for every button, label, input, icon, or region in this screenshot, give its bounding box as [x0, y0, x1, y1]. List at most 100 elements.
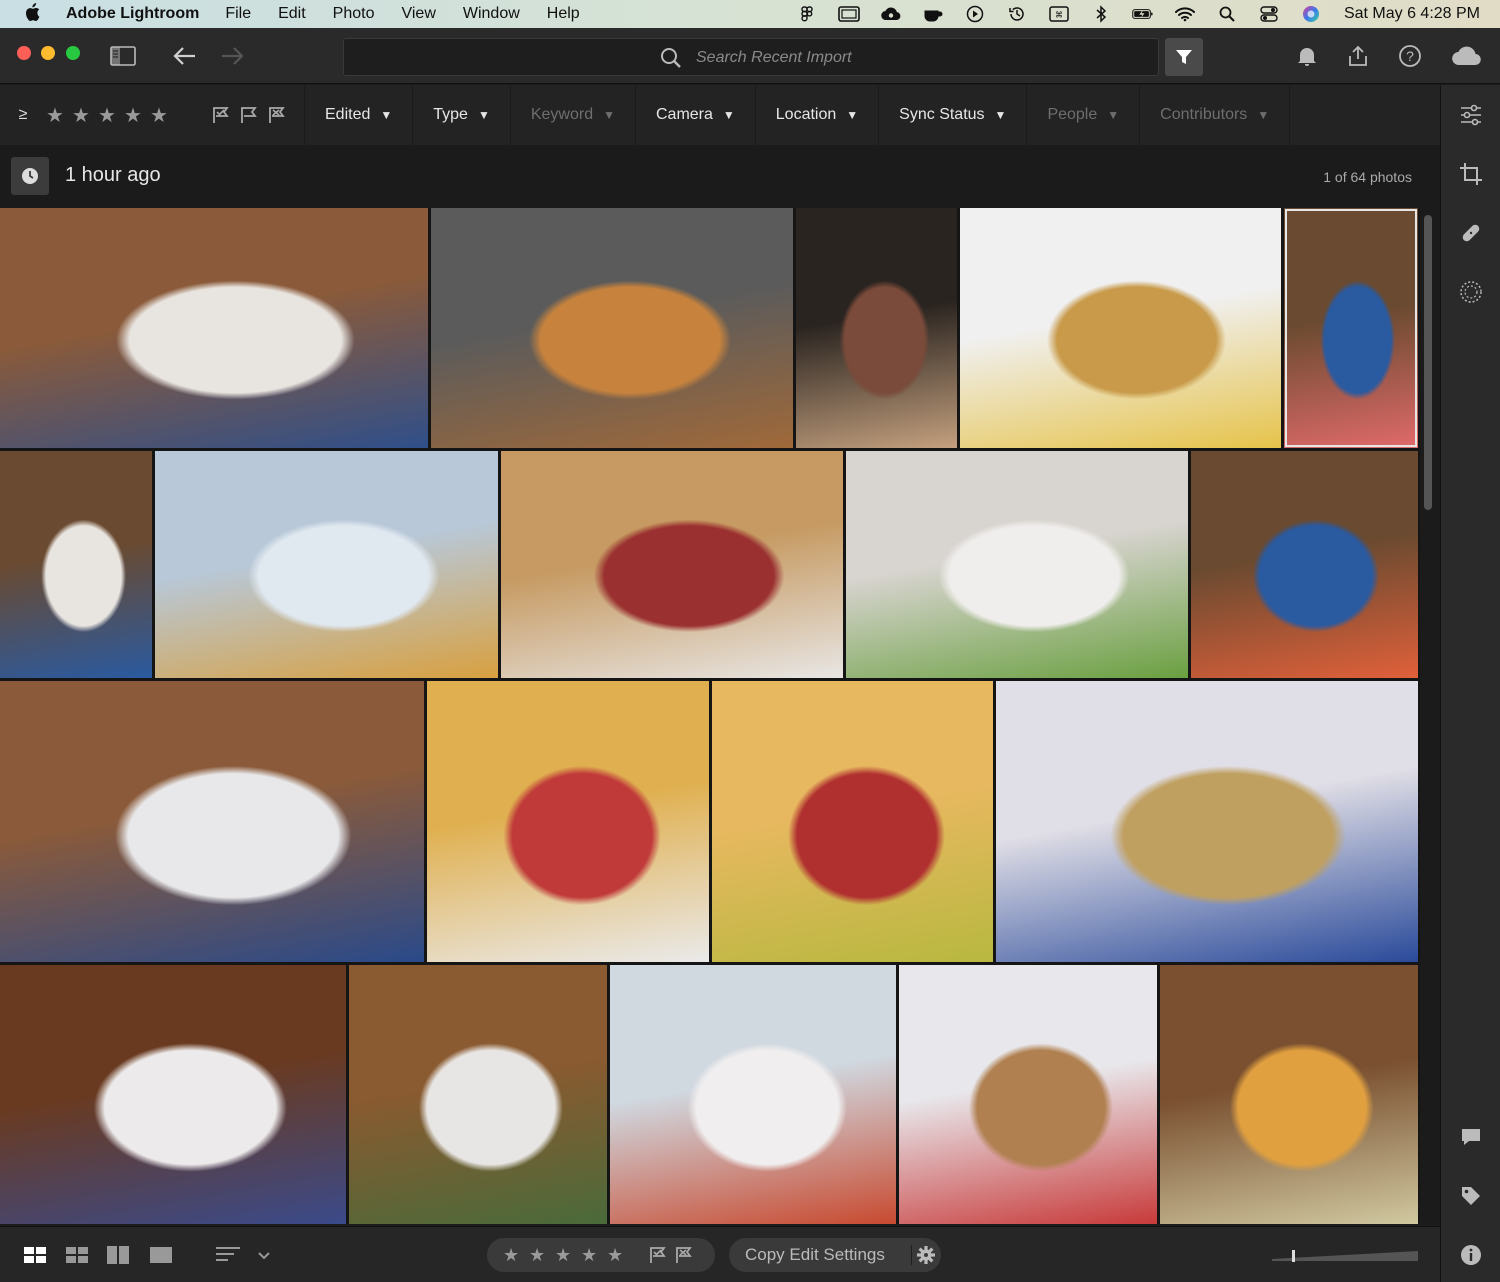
photo-thumbnail[interactable] — [0, 451, 152, 678]
star-icon[interactable]: ★ — [529, 1245, 549, 1266]
filter-keyword-dropdown[interactable]: Keyword ▼ — [509, 85, 635, 145]
photo-thumbnail[interactable] — [996, 681, 1418, 962]
coffee-icon[interactable] — [922, 5, 944, 23]
back-arrow-icon[interactable] — [171, 42, 199, 70]
menu-photo[interactable]: Photo — [333, 5, 375, 23]
filter-camera-dropdown[interactable]: Camera ▼ — [634, 85, 755, 145]
edit-sliders-icon[interactable] — [1459, 103, 1483, 127]
star-icon[interactable]: ★ — [72, 103, 92, 128]
filter-location-dropdown[interactable]: Location ▼ — [754, 85, 878, 145]
notifications-bell-icon[interactable] — [1293, 42, 1321, 70]
photo-thumbnail[interactable] — [431, 208, 793, 448]
help-icon[interactable]: ? — [1396, 42, 1424, 70]
filter-sync-status-dropdown[interactable]: Sync Status ▼ — [878, 85, 1026, 145]
star-icon[interactable]: ★ — [124, 103, 144, 128]
toggle-sidebar-icon[interactable] — [109, 42, 137, 70]
bluetooth-icon[interactable] — [1090, 5, 1112, 23]
pick-flag-icon[interactable] — [649, 1246, 667, 1264]
star-icon[interactable]: ★ — [607, 1245, 627, 1266]
filter-label: Location — [775, 106, 837, 123]
menu-help[interactable]: Help — [547, 5, 580, 23]
gear-icon[interactable] — [911, 1245, 935, 1265]
menu-file[interactable]: File — [225, 5, 251, 23]
chevron-down-icon: ▼ — [1107, 108, 1120, 122]
share-icon[interactable] — [1344, 42, 1372, 70]
rating-filter[interactable]: ★ ★ ★ ★ ★ — [46, 103, 170, 128]
square-grid-view-icon[interactable] — [24, 1245, 46, 1265]
menu-edit[interactable]: Edit — [278, 5, 306, 23]
grid-scrollbar[interactable] — [1424, 215, 1432, 510]
minimize-window-button[interactable] — [41, 46, 55, 60]
chevron-down-icon[interactable] — [256, 1245, 278, 1265]
crop-icon[interactable] — [1459, 162, 1483, 186]
unflagged-icon[interactable] — [240, 106, 258, 124]
play-icon[interactable] — [964, 5, 986, 23]
info-icon[interactable] — [1459, 1243, 1483, 1267]
rating-operator-toggle[interactable]: ≥ — [0, 106, 46, 124]
control-center-icon[interactable] — [1258, 5, 1280, 23]
photo-thumbnail[interactable] — [796, 208, 957, 448]
apple-icon[interactable] — [24, 2, 44, 26]
photo-thumbnail-selected[interactable] — [1284, 208, 1418, 448]
zoom-window-button[interactable] — [66, 46, 80, 60]
app-name-menu[interactable]: Adobe Lightroom — [66, 5, 199, 23]
masking-icon[interactable] — [1459, 280, 1483, 304]
filter-type-dropdown[interactable]: Type ▼ — [412, 85, 510, 145]
picked-flag-icon[interactable] — [212, 106, 230, 124]
compare-view-icon[interactable] — [107, 1245, 129, 1265]
healing-bandage-icon[interactable] — [1459, 221, 1483, 245]
menubar-clock[interactable]: Sat May 6 4:28 PM — [1344, 5, 1480, 23]
photo-thumbnail[interactable] — [712, 681, 993, 962]
star-icon[interactable]: ★ — [46, 103, 66, 128]
wifi-icon[interactable] — [1174, 5, 1196, 23]
forward-arrow-icon[interactable] — [218, 42, 246, 70]
photo-thumbnail[interactable] — [899, 965, 1157, 1224]
star-icon[interactable]: ★ — [98, 103, 118, 128]
photo-thumbnail[interactable] — [960, 208, 1281, 448]
star-icon[interactable]: ★ — [150, 103, 170, 128]
reject-flag-icon[interactable] — [675, 1246, 693, 1264]
spotlight-search-icon[interactable] — [1216, 5, 1238, 23]
photo-thumbnail[interactable] — [610, 965, 896, 1224]
sort-by-time-button[interactable] — [11, 157, 49, 195]
filter-edited-dropdown[interactable]: Edited ▼ — [304, 85, 412, 145]
photo-thumbnail[interactable] — [349, 965, 607, 1224]
photo-thumbnail[interactable] — [0, 681, 424, 962]
star-icon[interactable]: ★ — [581, 1245, 601, 1266]
filter-label: Keyword — [530, 106, 594, 123]
rejected-flag-icon[interactable] — [268, 106, 286, 124]
figma-icon[interactable] — [796, 5, 818, 23]
photo-thumbnail[interactable] — [501, 451, 843, 678]
photo-grid-view-icon[interactable] — [66, 1245, 88, 1265]
filter-people-dropdown[interactable]: People ▼ — [1026, 85, 1139, 145]
keyboard-icon[interactable]: ⌘ — [1048, 5, 1070, 23]
thumbnail-size-slider[interactable] — [1272, 1249, 1418, 1262]
star-icon[interactable]: ★ — [555, 1245, 575, 1266]
sort-icon[interactable] — [216, 1245, 240, 1265]
siri-icon[interactable] — [1300, 5, 1322, 23]
comments-icon[interactable] — [1459, 1125, 1483, 1149]
detail-view-icon[interactable] — [150, 1245, 172, 1265]
filter-contributors-dropdown[interactable]: Contributors ▼ — [1139, 85, 1291, 145]
cloud-sync-icon[interactable] — [1450, 42, 1484, 70]
photo-thumbnail[interactable] — [1191, 451, 1418, 678]
menu-window[interactable]: Window — [463, 5, 520, 23]
photo-thumbnail[interactable] — [846, 451, 1188, 678]
filter-label: People — [1047, 106, 1098, 123]
photo-thumbnail[interactable] — [1160, 965, 1418, 1224]
window-icon[interactable] — [838, 5, 860, 23]
star-icon[interactable]: ★ — [503, 1245, 523, 1266]
close-window-button[interactable] — [17, 46, 31, 60]
search-field[interactable]: Search Recent Import — [343, 38, 1159, 76]
battery-icon[interactable] — [1132, 5, 1154, 23]
photo-thumbnail[interactable] — [155, 451, 498, 678]
filter-button[interactable] — [1165, 38, 1203, 76]
copy-edit-settings-button[interactable]: Copy Edit Settings — [729, 1238, 941, 1272]
creative-cloud-icon[interactable] — [880, 5, 902, 23]
menu-view[interactable]: View — [401, 5, 435, 23]
time-machine-icon[interactable] — [1006, 5, 1028, 23]
keyword-tag-icon[interactable] — [1459, 1184, 1483, 1208]
photo-thumbnail[interactable] — [0, 965, 346, 1224]
photo-thumbnail[interactable] — [427, 681, 709, 962]
photo-thumbnail[interactable] — [0, 208, 428, 448]
